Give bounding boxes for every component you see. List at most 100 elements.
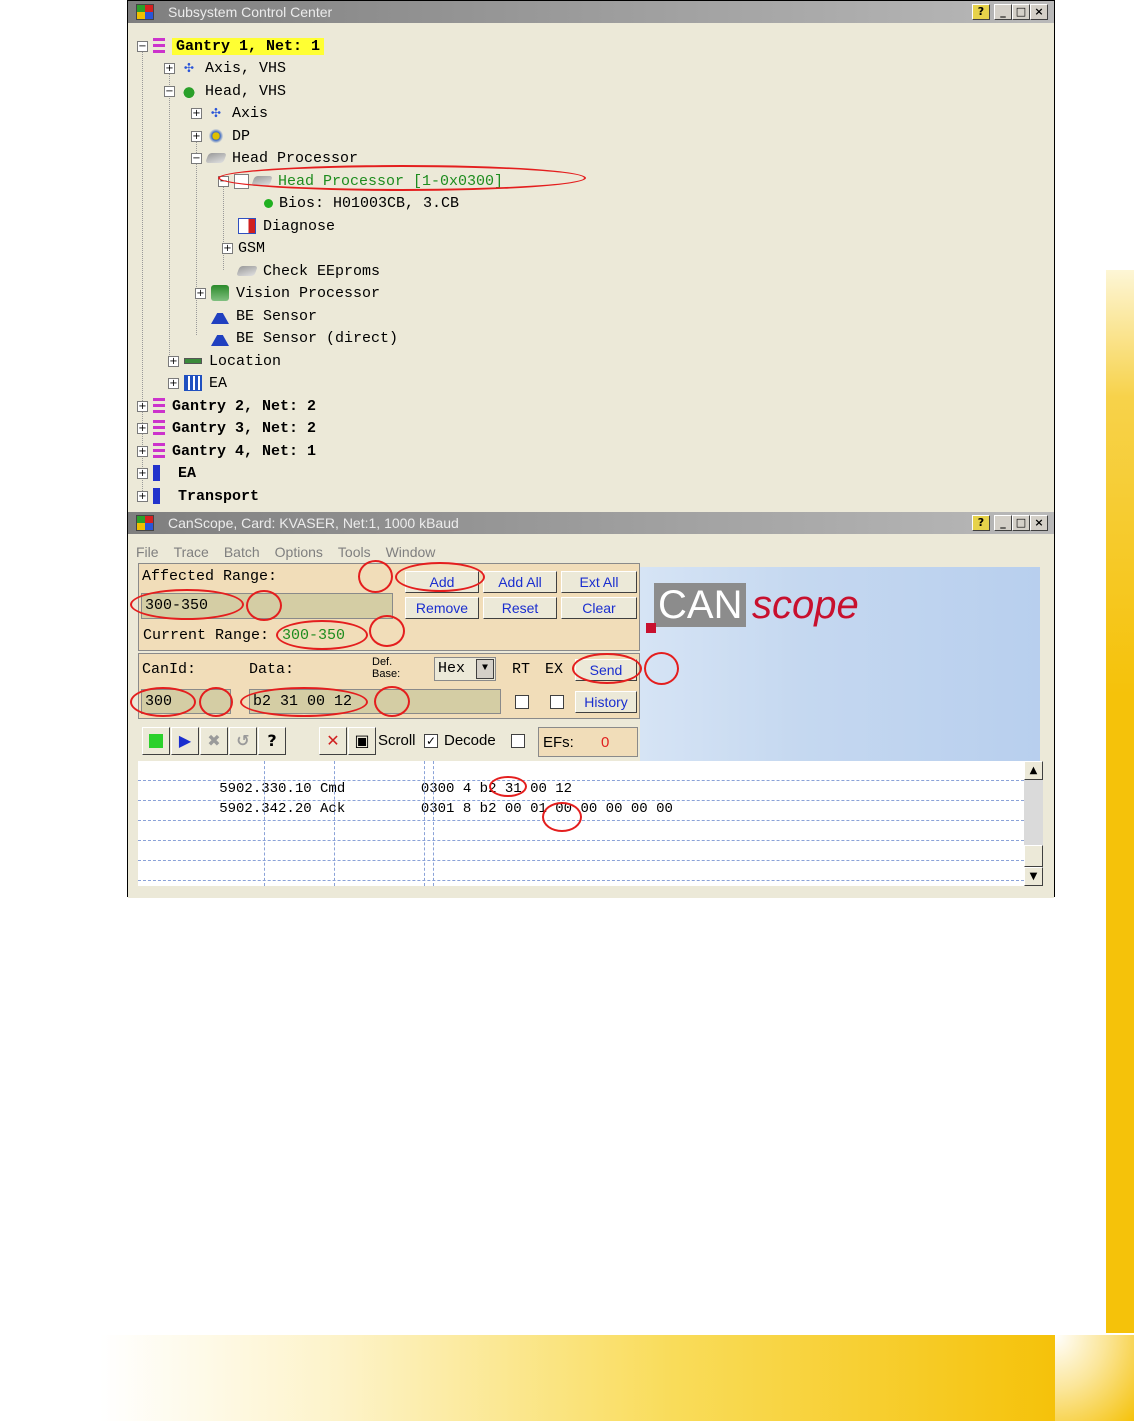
tree-item-check-eeproms[interactable]: Check EEproms — [236, 260, 380, 282]
save-icon[interactable]: ▣ — [348, 727, 376, 755]
tree-item-axis-vhs[interactable]: + ✣ Axis, VHS — [164, 57, 286, 79]
tree-item-diagnose[interactable]: Diagnose — [238, 215, 335, 237]
play-icon[interactable]: ▶ — [171, 727, 199, 755]
rt-checkbox[interactable] — [515, 695, 529, 709]
clear-button[interactable]: Clear — [561, 597, 637, 619]
menu-file[interactable]: File — [136, 542, 159, 562]
tree-item-ea[interactable]: + EA — [137, 462, 196, 484]
expand-icon[interactable]: + — [191, 107, 202, 119]
expand-icon[interactable]: + — [137, 422, 148, 434]
annotation-ring — [358, 560, 393, 593]
trace-row[interactable]: 5902.342.20 Ack 0301 8 b2 00 01 00 00 00… — [138, 781, 1024, 817]
annotation-ring — [218, 165, 586, 191]
maximize-icon[interactable]: □ — [1012, 4, 1030, 20]
axis-icon: ✣ — [211, 104, 221, 122]
scroll-up-icon[interactable]: ▲ — [1024, 761, 1043, 780]
expand-icon[interactable]: + — [137, 467, 148, 479]
remove-button[interactable]: Remove — [405, 597, 479, 619]
close-icon[interactable]: × — [1030, 515, 1048, 531]
scroll-thumb[interactable] — [1024, 845, 1043, 867]
close-icon[interactable]: × — [1030, 4, 1048, 20]
annotation-ring — [276, 620, 368, 650]
window-controls: ? _ □ × — [972, 515, 1048, 531]
right-decor-band — [1106, 270, 1134, 1333]
scroll-down-icon[interactable]: ▼ — [1024, 867, 1043, 886]
efs-label: EFs: — [543, 734, 574, 751]
decode-checkbox[interactable] — [511, 734, 525, 748]
tree-item-gantry-3[interactable]: + Gantry 3, Net: 2 — [137, 417, 316, 439]
expand-icon[interactable]: + — [222, 242, 233, 254]
trace-list[interactable]: 5902.330.10 Cmd 0300 4 b2 31 00 12 5902.… — [138, 761, 1043, 886]
add-all-button[interactable]: Add All — [483, 571, 557, 593]
tree-item-ea-sub[interactable]: + EA — [168, 372, 227, 394]
collapse-icon[interactable]: − — [191, 152, 202, 164]
expand-icon[interactable]: + — [137, 400, 148, 412]
network-icon — [153, 443, 165, 459]
tree-item-gsm[interactable]: + GSM — [222, 237, 265, 259]
ex-checkbox[interactable] — [550, 695, 564, 709]
ext-all-button[interactable]: Ext All — [561, 571, 637, 593]
undo-icon[interactable]: ↺ — [229, 727, 257, 755]
minimize-icon[interactable]: _ — [994, 515, 1012, 531]
tree-item-bios[interactable]: Bios: H01003CB, 3.CB — [264, 192, 459, 214]
minimize-icon[interactable]: _ — [994, 4, 1012, 20]
expand-icon[interactable]: + — [191, 130, 202, 142]
scroll-checkbox[interactable]: ✓ — [424, 734, 438, 748]
annotation-ring — [130, 589, 244, 620]
reset-button[interactable]: Reset — [483, 597, 557, 619]
expand-icon[interactable]: + — [137, 490, 148, 502]
tree-item-be-sensor[interactable]: BE Sensor — [211, 305, 317, 327]
start-icon[interactable] — [142, 727, 170, 755]
help-question-icon[interactable]: ? — [258, 727, 286, 755]
tree-item-dp[interactable]: + DP — [191, 125, 250, 147]
tree-item-head-vhs[interactable]: − Head, VHS — [164, 80, 286, 102]
stop-icon[interactable]: ✖ — [200, 727, 228, 755]
help-icon[interactable]: ? — [972, 515, 990, 531]
status-dot-icon — [264, 198, 273, 208]
data-label: Data: — [249, 661, 295, 678]
collapse-icon[interactable]: − — [164, 85, 175, 97]
annotation-ring — [644, 652, 679, 685]
expand-icon[interactable]: + — [168, 377, 179, 389]
maximize-icon[interactable]: □ — [1012, 515, 1030, 531]
column-divider — [433, 761, 434, 886]
bottom-decor-band — [100, 1335, 1055, 1421]
sensor-icon — [211, 308, 229, 324]
annotation-ring — [240, 687, 368, 717]
trace-toolbar: ▶ ✖ ↺ ? ✕ ▣ Scroll ✓ Decode EFs: 0 — [138, 727, 638, 757]
tree-item-gantry-2[interactable]: + Gantry 2, Net: 2 — [137, 395, 316, 417]
expand-icon[interactable]: + — [168, 355, 179, 367]
scroll-label: Scroll — [378, 732, 416, 749]
menu-bar: File Trace Batch Options Tools Window — [128, 542, 1054, 562]
corner-decor — [1055, 1335, 1134, 1421]
collapse-icon[interactable]: − — [137, 40, 148, 52]
tree-item-gantry-4[interactable]: + Gantry 4, Net: 1 — [137, 440, 316, 462]
tree-item-location[interactable]: + Location — [168, 350, 281, 372]
history-button[interactable]: History — [575, 691, 637, 713]
trace-row[interactable]: 5902.330.10 Cmd 0300 4 b2 31 00 12 — [138, 761, 1024, 797]
expand-icon[interactable]: + — [164, 62, 175, 74]
tree-item-vision-processor[interactable]: + Vision Processor — [195, 282, 380, 304]
help-icon[interactable]: ? — [972, 4, 990, 20]
menu-trace[interactable]: Trace — [174, 542, 209, 562]
trace-row-empty — [138, 821, 1024, 841]
trace-scrollbar[interactable]: ▲ ▼ — [1024, 761, 1043, 886]
annotation-ring — [130, 687, 196, 717]
window-controls: ? _ □ × — [972, 4, 1048, 20]
expand-icon[interactable]: + — [137, 445, 148, 457]
menu-tools[interactable]: Tools — [338, 542, 371, 562]
tree-item-be-sensor-direct[interactable]: BE Sensor (direct) — [211, 327, 398, 349]
delete-icon[interactable]: ✕ — [319, 727, 347, 755]
annotation-ring — [542, 802, 582, 832]
tree-item-gantry-1[interactable]: − Gantry 1, Net: 1 — [137, 35, 325, 57]
menu-window[interactable]: Window — [386, 542, 436, 562]
trace-row-empty — [138, 841, 1024, 861]
dropdown-arrow-icon[interactable]: ▼ — [476, 659, 494, 679]
expand-icon[interactable]: + — [195, 287, 206, 299]
tree-item-axis[interactable]: + ✣ Axis — [191, 102, 268, 124]
tree-item-transport[interactable]: + Transport — [137, 485, 259, 507]
base-select[interactable]: Hex ▼ — [434, 657, 496, 681]
menu-options[interactable]: Options — [275, 542, 323, 562]
column-divider — [424, 761, 425, 886]
menu-batch[interactable]: Batch — [224, 542, 260, 562]
